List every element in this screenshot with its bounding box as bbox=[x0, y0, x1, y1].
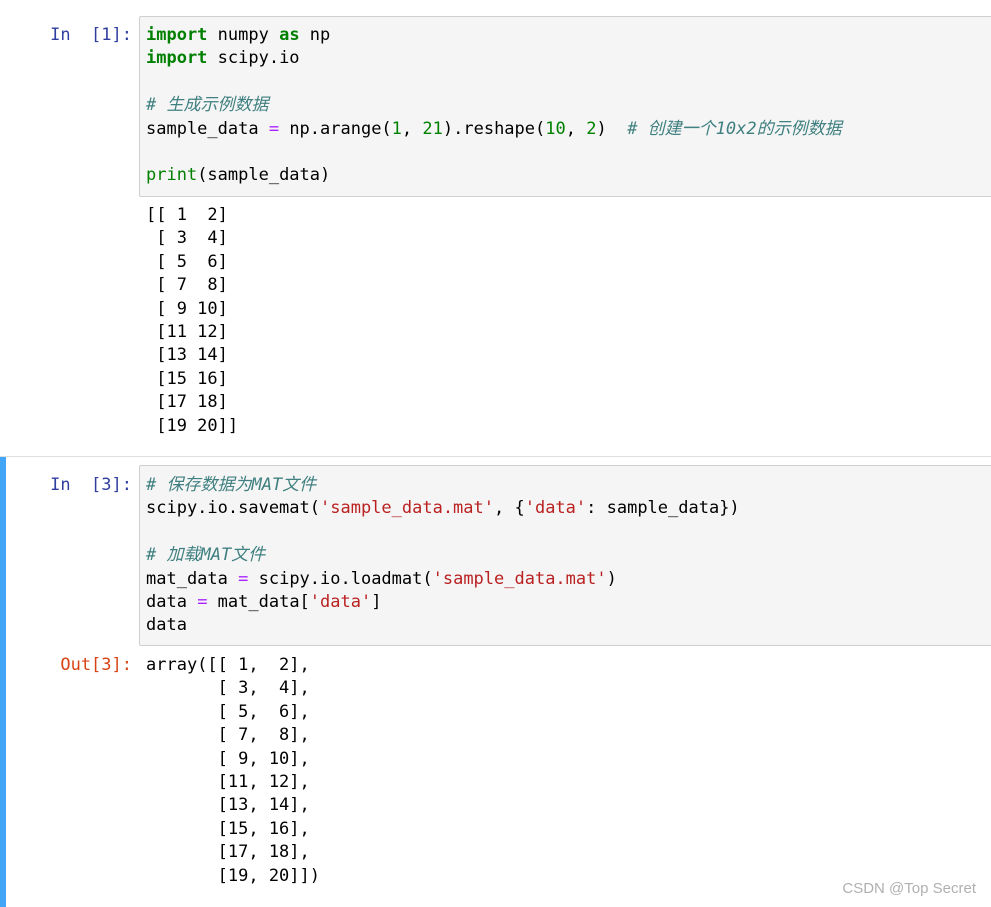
code-token: ).reshape( bbox=[442, 118, 546, 139]
output-line: [[ 1 2] bbox=[146, 205, 228, 225]
code-token: import bbox=[146, 48, 208, 69]
selection-indicator bbox=[0, 457, 6, 907]
code-cell-1[interactable]: In [1]: import numpy as np import scipy.i… bbox=[0, 0, 991, 456]
output-line: [15 16] bbox=[146, 368, 228, 389]
code-token: as bbox=[279, 25, 300, 45]
code-token: numpy bbox=[207, 25, 280, 45]
output-line: [ 9, 10], bbox=[146, 748, 310, 769]
code-line: data = mat_data['data'] bbox=[146, 591, 740, 614]
code-line: import scipy.io bbox=[146, 47, 842, 70]
output-line: [17, 18], bbox=[146, 842, 310, 863]
code-line: # 加载MAT文件 bbox=[146, 544, 740, 567]
out-prompt: Out[3]: bbox=[60, 655, 132, 675]
code-token: np bbox=[299, 25, 331, 45]
code-token: : sample_data}) bbox=[586, 498, 740, 519]
code-token: 1 bbox=[391, 118, 402, 139]
code-line: scipy.io.savemat('sample_data.mat', {'da… bbox=[146, 497, 740, 520]
code-input-area[interactable]: # 保存数据为MAT文件 scipy.io.savemat('sample_dat… bbox=[139, 465, 991, 646]
code-token: scipy.io.savemat( bbox=[146, 498, 320, 519]
code-line: # 生成示例数据 bbox=[146, 94, 842, 117]
code-line: data bbox=[146, 614, 740, 637]
output-line: [ 7, 8], bbox=[146, 725, 310, 746]
output-line: [11, 12], bbox=[146, 772, 310, 793]
code-token: data bbox=[146, 591, 198, 612]
code-input-area[interactable]: import numpy as np import scipy.io # 生成示例数… bbox=[139, 16, 991, 197]
code-token: sample_data bbox=[146, 118, 269, 139]
code-token: , bbox=[565, 118, 587, 139]
code-token: ] bbox=[371, 591, 382, 612]
code-token: print bbox=[146, 165, 198, 186]
code-token: ) bbox=[596, 118, 628, 139]
code-token: 10 bbox=[545, 118, 566, 139]
code-comment: # 创建一个10x2的示例数据 bbox=[627, 118, 842, 139]
watermark: CSDN @Top Secret bbox=[842, 880, 976, 897]
code-token: 'data' bbox=[309, 591, 372, 612]
code-line: print(sample_data) bbox=[146, 164, 842, 187]
code-token: np.arange( bbox=[279, 118, 392, 139]
code-token: scipy.io.loadmat( bbox=[248, 568, 433, 589]
code-cell-3[interactable]: In [3]: # 保存数据为MAT文件 scipy.io.savemat('sa… bbox=[0, 457, 991, 907]
code-token: = bbox=[268, 118, 280, 139]
code-line: import numpy as np bbox=[146, 24, 842, 47]
output-line: [ 3, 4], bbox=[146, 678, 310, 699]
output-line: [15, 16], bbox=[146, 818, 310, 839]
output-line: [ 7 8] bbox=[146, 275, 228, 296]
code-token: = bbox=[238, 568, 249, 589]
code-token: 'data' bbox=[524, 498, 587, 519]
cell-output: [[ 1 2] [ 3 4] [ 5 6] [ 7 8] [ 9 10] [11… bbox=[146, 204, 238, 438]
code-token: import bbox=[146, 25, 208, 45]
code-token: scipy.io bbox=[207, 48, 300, 69]
output-line: [19, 20]]) bbox=[146, 865, 320, 886]
output-line: [ 9 10] bbox=[146, 298, 228, 319]
code-token: 'sample_data.mat' bbox=[432, 568, 607, 589]
code-token: ) bbox=[606, 568, 617, 589]
output-line: [11 12] bbox=[146, 322, 228, 343]
output-line: [ 3 4] bbox=[146, 228, 228, 249]
output-line: [13 14] bbox=[146, 345, 228, 366]
output-line: [19 20]] bbox=[146, 415, 239, 436]
code-token: , { bbox=[494, 498, 525, 519]
code-token: mat_data[ bbox=[207, 591, 310, 612]
code-comment: # 生成示例数据 bbox=[146, 95, 269, 116]
code-token: 21 bbox=[422, 118, 443, 139]
code-comment: # 加载MAT文件 bbox=[146, 545, 266, 566]
cell-output: array([[ 1, 2], [ 3, 4], [ 5, 6], [ 7, 8… bbox=[146, 654, 320, 888]
code-line: sample_data = np.arange(1, 21).reshape(1… bbox=[146, 118, 842, 141]
output-line: array([[ 1, 2], bbox=[146, 655, 310, 675]
output-line: [ 5 6] bbox=[146, 251, 228, 272]
code-token: (sample_data) bbox=[197, 165, 331, 186]
output-line: [17 18] bbox=[146, 392, 228, 413]
code-editor[interactable]: import numpy as np import scipy.io # 生成示例数… bbox=[146, 24, 842, 188]
output-line: [13, 14], bbox=[146, 795, 310, 816]
code-line: # 保存数据为MAT文件 bbox=[146, 474, 740, 497]
code-line: mat_data = scipy.io.loadmat('sample_data… bbox=[146, 568, 740, 591]
code-token: , bbox=[401, 118, 423, 139]
in-prompt: In [3]: bbox=[50, 475, 132, 495]
code-editor[interactable]: # 保存数据为MAT文件 scipy.io.savemat('sample_dat… bbox=[146, 474, 740, 638]
code-token: mat_data bbox=[146, 568, 239, 589]
in-prompt: In [1]: bbox=[50, 25, 132, 45]
code-token: 2 bbox=[586, 118, 597, 139]
code-token: data bbox=[146, 615, 187, 636]
code-comment: # 保存数据为MAT文件 bbox=[146, 475, 317, 495]
code-token: 'sample_data.mat' bbox=[320, 498, 494, 519]
output-line: [ 5, 6], bbox=[146, 701, 310, 722]
code-token: = bbox=[197, 591, 208, 612]
